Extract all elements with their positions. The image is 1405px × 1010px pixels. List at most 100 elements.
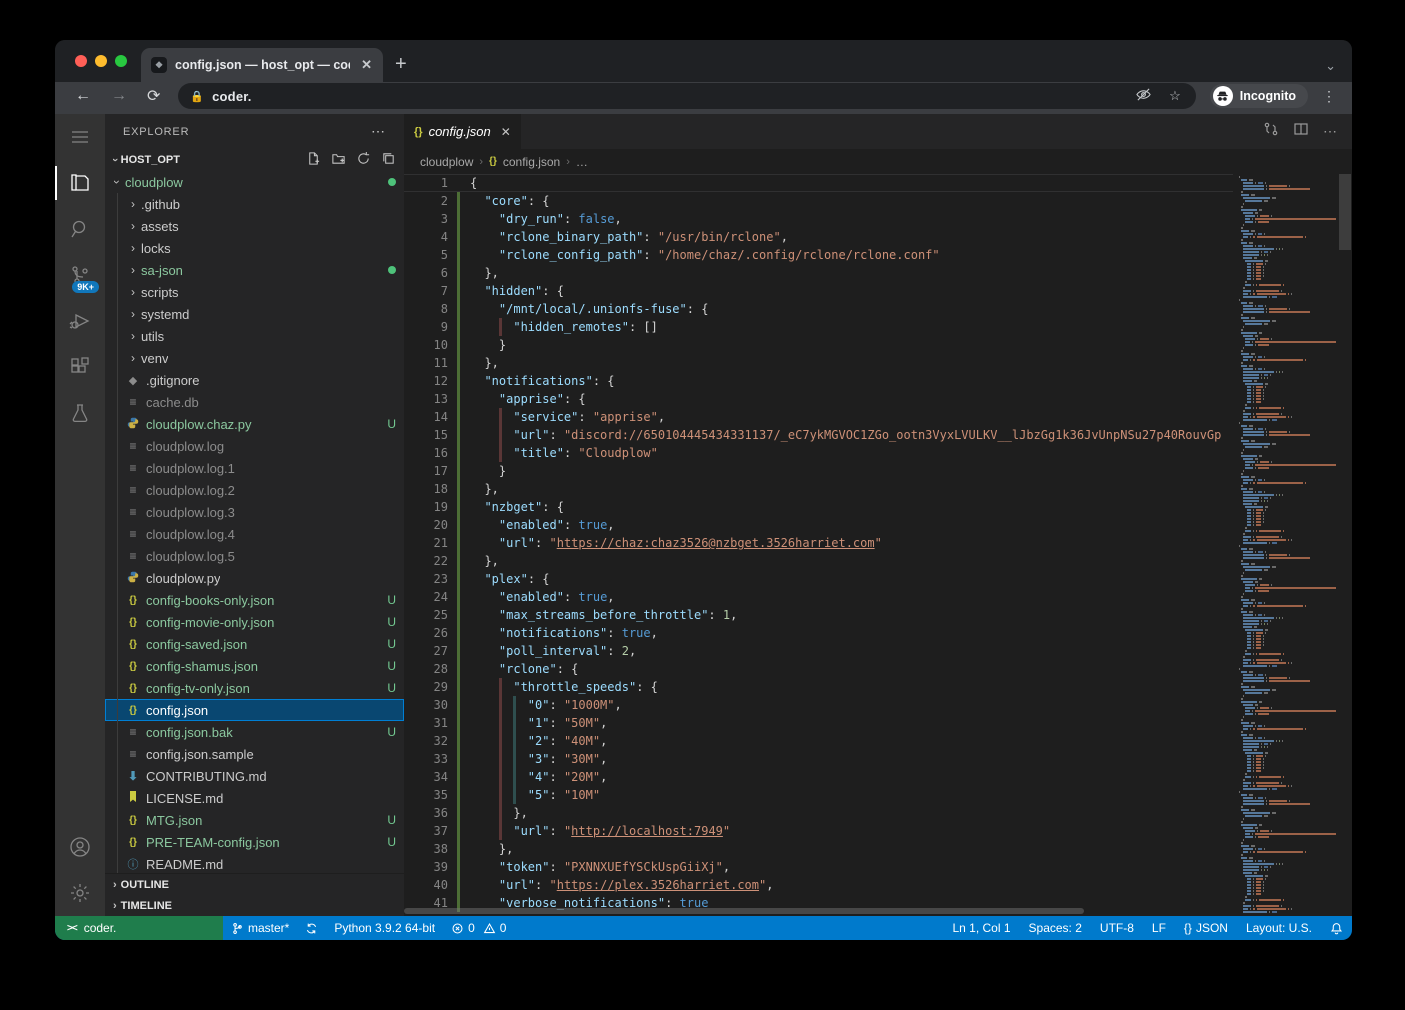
code-line-24[interactable]: 24 "enabled": true, <box>404 588 1233 606</box>
refresh-icon[interactable] <box>356 151 371 169</box>
url-text[interactable]: coder. <box>212 89 1123 104</box>
code-line-21[interactable]: 21 "url": "https://chaz:chaz3526@nzbget.… <box>404 534 1233 552</box>
sync-changes-button[interactable] <box>297 916 326 940</box>
code-line-39[interactable]: 39 "token": "PXNNXUEfYSCkUspGiiXj", <box>404 858 1233 876</box>
tree-file-README.md[interactable]: ⓘREADME.md <box>105 853 404 873</box>
code-line-23[interactable]: 23 "plex": { <box>404 570 1233 588</box>
collapse-all-icon[interactable] <box>381 151 396 169</box>
tree-file-config.json[interactable]: {}config.json <box>105 699 404 721</box>
code-line-40[interactable]: 40 "url": "https://plex.3526harriet.com"… <box>404 876 1233 894</box>
code-editor[interactable]: 1{2 "core": {3 "dry_run": false,4 "rclon… <box>404 174 1233 916</box>
editor-scrollbar[interactable] <box>1338 174 1352 916</box>
workspace-section-header[interactable]: › HOST_OPT <box>105 149 404 171</box>
tree-file-CONTRIBUTING.md[interactable]: ⬇CONTRIBUTING.md <box>105 765 404 787</box>
code-line-38[interactable]: 38 }, <box>404 840 1233 858</box>
code-line-20[interactable]: 20 "enabled": true, <box>404 516 1233 534</box>
search-icon[interactable] <box>55 206 105 252</box>
code-line-16[interactable]: 16 "title": "Cloudplow" <box>404 444 1233 462</box>
account-icon[interactable] <box>55 824 105 870</box>
source-control-icon[interactable]: 9K+ <box>55 252 105 298</box>
code-line-3[interactable]: 3 "dry_run": false, <box>404 210 1233 228</box>
forward-button[interactable]: → <box>103 87 135 105</box>
tab-search-chevron-icon[interactable]: ⌄ <box>1325 58 1336 74</box>
code-line-36[interactable]: 36 }, <box>404 804 1233 822</box>
timeline-section[interactable]: › TIMELINE <box>105 895 404 916</box>
split-editor-icon[interactable] <box>1293 121 1309 142</box>
outline-section[interactable]: › OUTLINE <box>105 874 404 895</box>
extensions-icon[interactable] <box>55 344 105 390</box>
tree-file-config-movie-only.json[interactable]: {}config-movie-only.jsonU <box>105 611 404 633</box>
code-line-31[interactable]: 31 "1": "50M", <box>404 714 1233 732</box>
eye-off-icon[interactable] <box>1131 87 1156 105</box>
tree-file-config-saved.json[interactable]: {}config-saved.jsonU <box>105 633 404 655</box>
code-line-19[interactable]: 19 "nzbget": { <box>404 498 1233 516</box>
encoding-status[interactable]: UTF-8 <box>1091 916 1143 940</box>
code-line-4[interactable]: 4 "rclone_binary_path": "/usr/bin/rclone… <box>404 228 1233 246</box>
tree-file-cloudplow.log[interactable]: ≡cloudplow.log <box>105 435 404 457</box>
tree-file-cache.db[interactable]: ≡cache.db <box>105 391 404 413</box>
browser-tab[interactable]: ❖ config.json — host_opt — code ✕ <box>141 48 383 82</box>
code-line-8[interactable]: 8 "/mnt/local/.unionfs-fuse": { <box>404 300 1233 318</box>
bookmark-star-icon[interactable]: ☆ <box>1164 88 1186 104</box>
tree-file-cloudplow.py[interactable]: cloudplow.py <box>105 567 404 589</box>
open-changes-icon[interactable] <box>1263 121 1279 142</box>
tree-file-cloudplow.log.1[interactable]: ≡cloudplow.log.1 <box>105 457 404 479</box>
code-line-29[interactable]: 29 "throttle_speeds": { <box>404 678 1233 696</box>
tree-file-config.json.sample[interactable]: ≡config.json.sample <box>105 743 404 765</box>
tree-file-MTG.json[interactable]: {}MTG.jsonU <box>105 809 404 831</box>
code-line-33[interactable]: 33 "3": "30M", <box>404 750 1233 768</box>
remote-indicator[interactable]: >< coder. <box>55 916 223 940</box>
code-line-32[interactable]: 32 "2": "40M", <box>404 732 1233 750</box>
code-line-26[interactable]: 26 "notifications": true, <box>404 624 1233 642</box>
code-line-13[interactable]: 13 "apprise": { <box>404 390 1233 408</box>
tree-file-cloudplow.log.2[interactable]: ≡cloudplow.log.2 <box>105 479 404 501</box>
code-line-22[interactable]: 22 }, <box>404 552 1233 570</box>
breadcrumb-symbol[interactable]: … <box>576 155 588 169</box>
tree-file-cloudplow.chaz.py[interactable]: cloudplow.chaz.pyU <box>105 413 404 435</box>
address-bar[interactable]: 🔒 coder. ☆ <box>178 83 1195 109</box>
tree-file-cloudplow.log.5[interactable]: ≡cloudplow.log.5 <box>105 545 404 567</box>
editor-tab-close-icon[interactable]: ✕ <box>501 125 511 139</box>
code-line-34[interactable]: 34 "4": "20M", <box>404 768 1233 786</box>
python-interpreter-status[interactable]: Python 3.9.2 64-bit <box>326 916 443 940</box>
code-line-37[interactable]: 37 "url": "http://localhost:7949" <box>404 822 1233 840</box>
code-line-9[interactable]: 9 "hidden_remotes": [] <box>404 318 1233 336</box>
code-line-10[interactable]: 10 } <box>404 336 1233 354</box>
explorer-more-icon[interactable]: ⋯ <box>371 123 386 140</box>
tree-folder-systemd[interactable]: ›systemd <box>105 303 404 325</box>
tree-file-LICENSE.md[interactable]: LICENSE.md <box>105 787 404 809</box>
breadcrumb-file[interactable]: config.json <box>503 155 560 169</box>
tree-file-config.json.bak[interactable]: ≡config.json.bakU <box>105 721 404 743</box>
problems-status[interactable]: 0 0 <box>443 916 514 940</box>
tree-file-config-shamus.json[interactable]: {}config-shamus.jsonU <box>105 655 404 677</box>
notifications-bell-icon[interactable] <box>1321 916 1352 940</box>
back-button[interactable]: ← <box>67 87 99 105</box>
tree-file-PRE-TEAM-config.json[interactable]: {}PRE-TEAM-config.jsonU <box>105 831 404 853</box>
explorer-icon[interactable] <box>55 160 105 206</box>
code-line-17[interactable]: 17 } <box>404 462 1233 480</box>
code-line-7[interactable]: 7 "hidden": { <box>404 282 1233 300</box>
tab-close-icon[interactable]: ✕ <box>358 57 375 73</box>
tree-folder-assets[interactable]: ›assets <box>105 215 404 237</box>
reload-button[interactable]: ⟳ <box>139 86 168 106</box>
tree-folder-venv[interactable]: ›venv <box>105 347 404 369</box>
keyboard-layout-status[interactable]: Layout: U.S. <box>1237 916 1321 940</box>
tree-folder-sa-json[interactable]: ›sa-json <box>105 259 404 281</box>
tree-file-config-tv-only.json[interactable]: {}config-tv-only.jsonU <box>105 677 404 699</box>
cursor-position-status[interactable]: Ln 1, Col 1 <box>943 916 1019 940</box>
run-debug-icon[interactable] <box>55 298 105 344</box>
code-line-28[interactable]: 28 "rclone": { <box>404 660 1233 678</box>
code-line-11[interactable]: 11 }, <box>404 354 1233 372</box>
code-line-6[interactable]: 6 }, <box>404 264 1233 282</box>
settings-gear-icon[interactable] <box>55 870 105 916</box>
indentation-status[interactable]: Spaces: 2 <box>1020 916 1091 940</box>
tree-file-cloudplow.log.4[interactable]: ≡cloudplow.log.4 <box>105 523 404 545</box>
browser-menu-icon[interactable]: ⋮ <box>1316 88 1342 105</box>
testing-beaker-icon[interactable] <box>55 390 105 436</box>
tree-folder-.github[interactable]: ›.github <box>105 193 404 215</box>
minimap[interactable] <box>1233 174 1338 916</box>
code-line-1[interactable]: 1{ <box>404 174 1233 192</box>
code-line-27[interactable]: 27 "poll_interval": 2, <box>404 642 1233 660</box>
tree-folder-scripts[interactable]: ›scripts <box>105 281 404 303</box>
close-window-button[interactable] <box>75 55 87 67</box>
